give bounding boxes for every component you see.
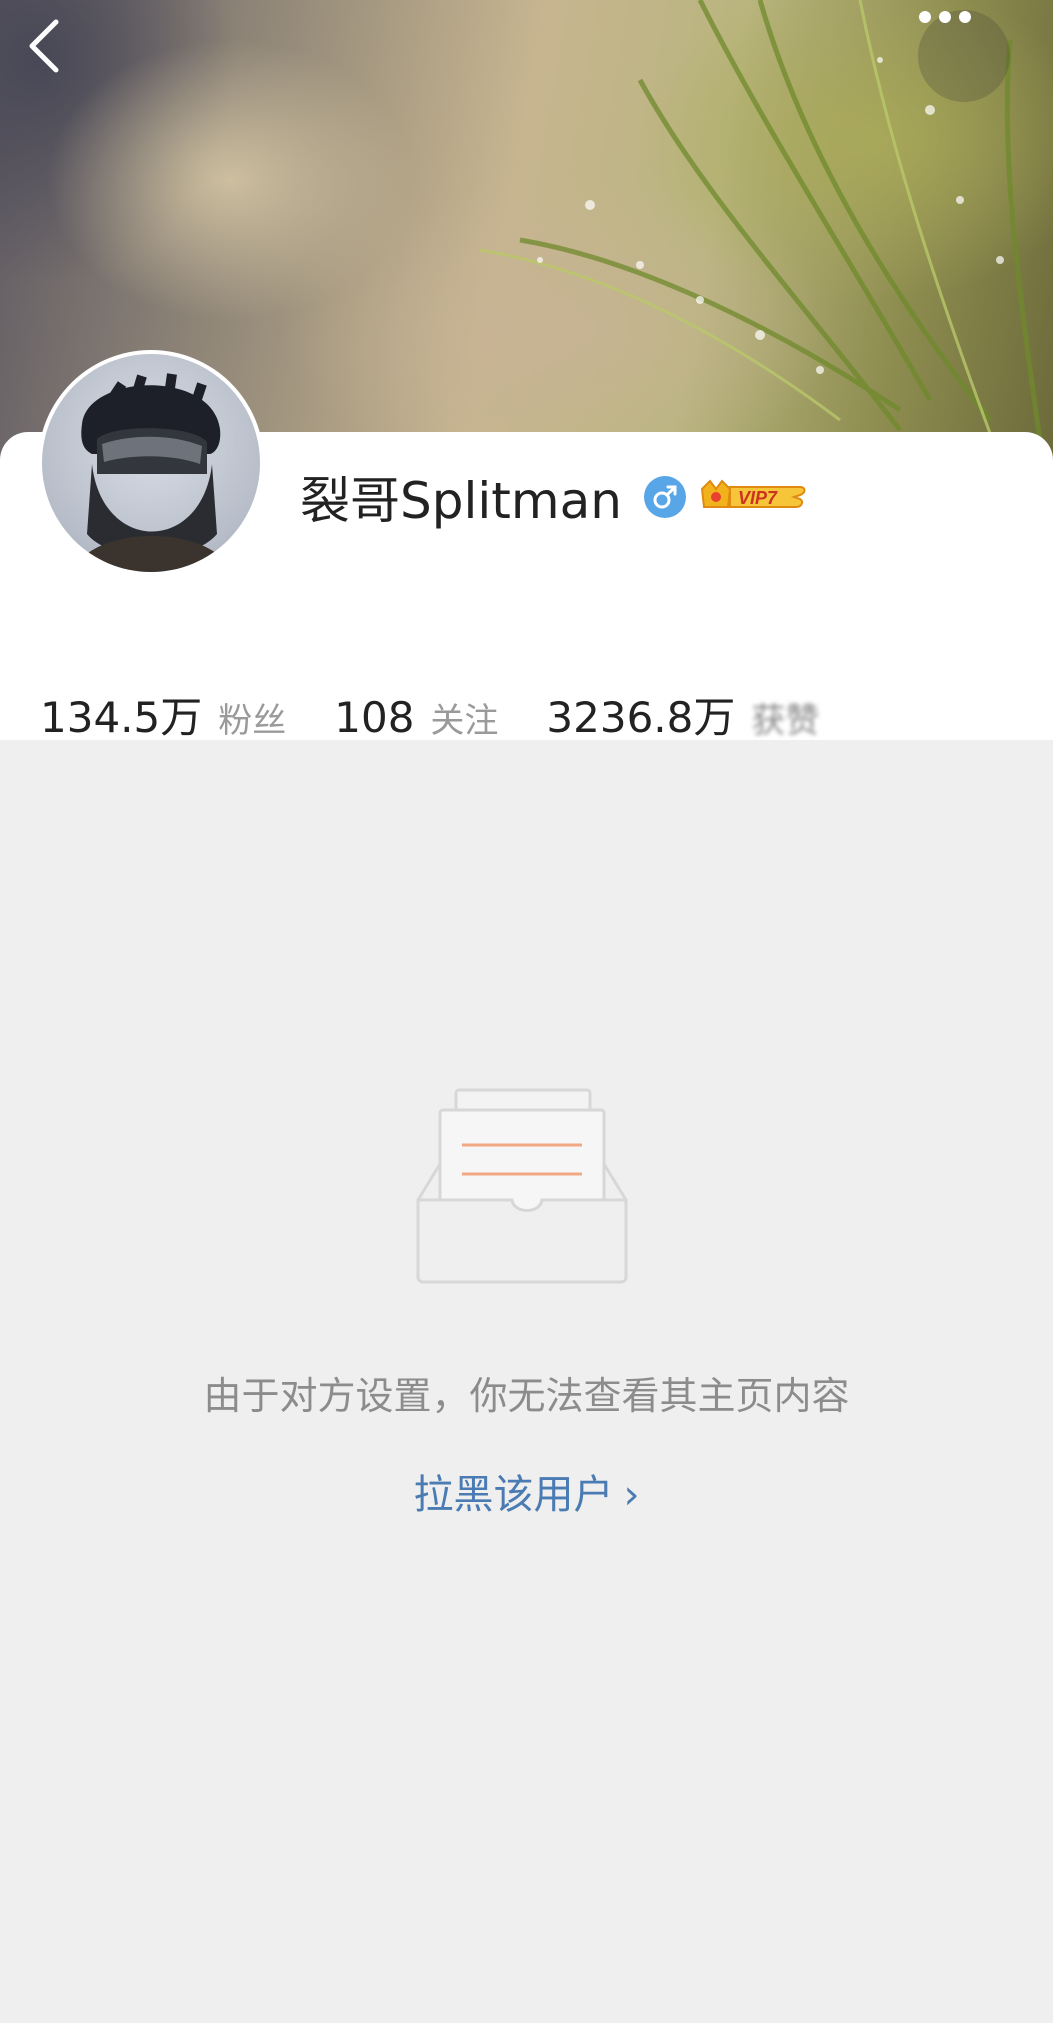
empty-inbox-icon (416, 1088, 627, 1284)
block-user-link[interactable]: 拉黑该用户 › (0, 1462, 1053, 1520)
profile-name-row: 裂哥Splitman VIP7 (300, 462, 808, 532)
block-user-label: 拉黑该用户 (413, 1472, 614, 1518)
vip-crown-icon: VIP7 (700, 479, 806, 508)
male-symbol (653, 485, 677, 509)
likes-label: 获赞 (751, 701, 820, 741)
empty-state (0, 1080, 1053, 1290)
private-profile-message: 由于对方设置，你无法查看其主页内容 (203, 1374, 850, 1418)
profile-name: 裂哥Splitman (300, 472, 622, 530)
male-icon (643, 476, 686, 518)
chevron-right-icon: › (623, 1472, 640, 1518)
profile-stats: 134.5万 粉丝 108 关注 3236.8万 获赞 (40, 684, 867, 744)
back-button[interactable] (26, 18, 90, 82)
avatar[interactable] (38, 350, 264, 576)
chevron-left-icon (29, 19, 59, 73)
likes-count: 3236.8万 (546, 693, 736, 742)
masked-person-icon (72, 373, 232, 572)
following-count[interactable]: 108 (334, 693, 414, 742)
followers-label[interactable]: 粉丝 (218, 693, 286, 742)
vip-badge[interactable]: VIP7 (700, 476, 808, 518)
more-dots-icon (919, 11, 971, 23)
following-label[interactable]: 关注 (430, 693, 498, 742)
followers-count[interactable]: 134.5万 (40, 684, 202, 745)
avatar-image (42, 354, 260, 572)
vip-badge-text: VIP7 (738, 488, 778, 508)
more-options-button[interactable] (918, 10, 1010, 102)
